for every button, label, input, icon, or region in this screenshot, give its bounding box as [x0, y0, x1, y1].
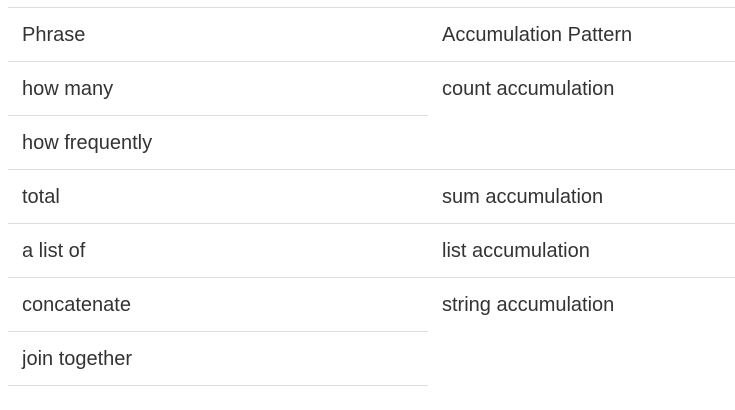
phrase-cell: join together — [8, 331, 428, 386]
accumulation-table-container: Phrase Accumulation Pattern how many cou… — [0, 0, 735, 410]
phrase-cell: concatenate — [8, 277, 428, 332]
phrase-cell: total — [8, 169, 428, 224]
table-header-row: Phrase Accumulation Pattern — [8, 7, 735, 62]
accumulation-pattern-table: Phrase Accumulation Pattern how many cou… — [8, 7, 735, 386]
table-row: total sum accumulation — [8, 169, 735, 224]
pattern-cell: string accumulation — [428, 277, 735, 386]
phrase-cell: how many — [8, 61, 428, 116]
pattern-cell: sum accumulation — [428, 169, 735, 224]
phrase-cell: a list of — [8, 223, 428, 278]
pattern-cell: count accumulation — [428, 61, 735, 170]
phrase-column-header: Phrase — [8, 7, 428, 62]
phrase-cell: how frequently — [8, 115, 428, 170]
pattern-cell: list accumulation — [428, 223, 735, 278]
accumulation-pattern-column-header: Accumulation Pattern — [428, 7, 735, 62]
table-row: concatenate string accumulation — [8, 277, 735, 386]
table-row: a list of list accumulation — [8, 223, 735, 278]
table-row: how many count accumulation — [8, 61, 735, 170]
